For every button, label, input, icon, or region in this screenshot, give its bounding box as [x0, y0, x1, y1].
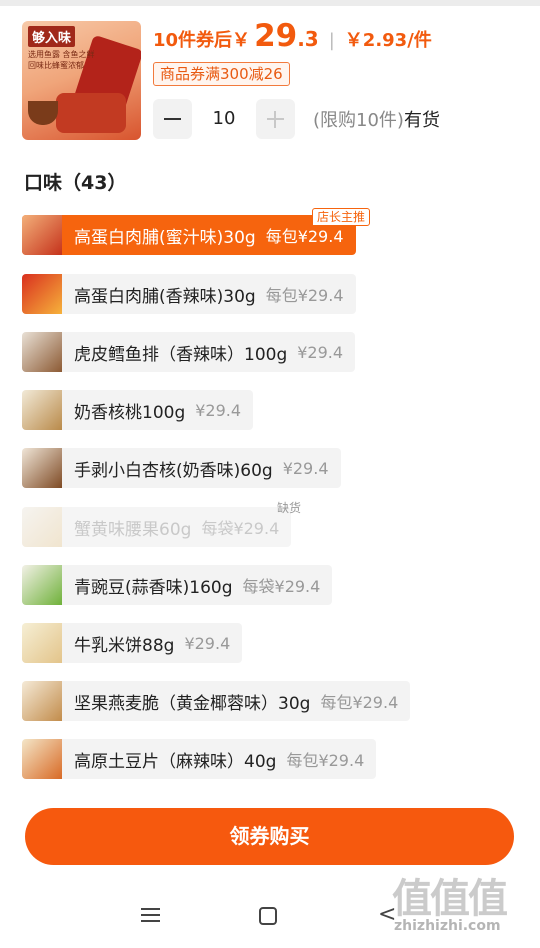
flavor-price: ¥29.4 — [184, 633, 231, 653]
jerky-stack-illustration — [56, 93, 126, 133]
purchase-limit: (限购10件) — [313, 110, 404, 131]
quantity-value[interactable]: 10 — [196, 99, 252, 139]
flavor-section-title: 口味（43） — [24, 172, 127, 194]
flavor-option-6-soldout[interactable]: 蟹黄味腰果60g 每袋¥29.4 — [22, 507, 292, 547]
price-line: 10件券后￥ 29 .3 | ￥2.93/件 — [153, 18, 432, 60]
flavor-name: 手剥小白杏核(奶香味)60g — [74, 460, 273, 481]
flavor-name: 蟹黄味腰果60g — [74, 519, 192, 540]
flavor-thumbnail — [22, 739, 62, 779]
flavor-price: 每包¥29.4 — [265, 227, 344, 246]
flavor-name: 青豌豆(蒜香味)160g — [74, 577, 233, 598]
price-integer: 29 — [254, 18, 298, 54]
flavor-option-9[interactable]: 坚果燕麦脆（黄金椰蓉味）30g 每包¥29.4 — [22, 681, 411, 721]
flavor-name: 奶香核桃100g — [74, 402, 186, 423]
price-separator: | — [328, 30, 335, 51]
home-icon[interactable] — [259, 907, 277, 925]
claim-coupon-buy-button[interactable]: 领券购买 — [25, 808, 514, 865]
product-image-subtitle: 选用鱼露 含鱼之鲜 回味比蜂蜜浓郁 — [28, 50, 95, 70]
watermark-glyphs: 值值值 — [392, 876, 508, 922]
flavor-name: 牛乳米饼88g — [74, 635, 175, 656]
quantity-decrease-button[interactable] — [153, 99, 192, 139]
flavor-name: 高蛋白肉脯(香辣味)30g — [74, 286, 256, 307]
flavor-price: ¥29.4 — [195, 400, 242, 420]
flavor-option-5[interactable]: 手剥小白杏核(奶香味)60g ¥29.4 — [22, 448, 341, 488]
flavor-option-7[interactable]: 青豌豆(蒜香味)160g 每袋¥29.4 — [22, 565, 333, 605]
flavor-price: ¥29.4 — [297, 342, 344, 362]
flavor-thumbnail — [22, 215, 62, 255]
price-decimal: .3 — [297, 27, 319, 51]
flavor-price: 每包¥29.4 — [286, 751, 365, 770]
flavor-option-3[interactable]: 虎皮鳕鱼排（香辣味）100g ¥29.4 — [22, 332, 356, 372]
flavor-name: 虎皮鳕鱼排（香辣味）100g — [74, 344, 288, 365]
quantity-limit-text: (限购10件)有货 — [313, 106, 440, 132]
flavor-price: 每袋¥29.4 — [242, 577, 321, 596]
watermark-url: zhizhizhi.com — [394, 918, 501, 934]
flavor-option-8[interactable]: 牛乳米饼88g ¥29.4 — [22, 623, 243, 663]
top-strip — [0, 0, 540, 6]
flavor-thumbnail — [22, 332, 62, 372]
stock-status: 有货 — [403, 110, 440, 131]
soldout-badge: 缺货 — [277, 501, 302, 515]
flavor-thumbnail — [22, 507, 62, 547]
flavor-name: 高蛋白肉脯(蜜汁味)30g — [74, 227, 256, 248]
flavor-price: ¥29.4 — [282, 458, 329, 478]
flavor-thumbnail — [22, 565, 62, 605]
product-image-title: 够入味 — [28, 26, 76, 47]
flavor-name: 高原土豆片（麻辣味）40g — [74, 751, 277, 772]
flavor-thumbnail — [22, 390, 62, 430]
flavor-thumbnail — [22, 448, 62, 488]
recommend-badge: 店长主推 — [312, 208, 371, 226]
product-image: 够入味 选用鱼露 含鱼之鲜 回味比蜂蜜浓郁 — [22, 21, 141, 140]
flavor-price: 每袋¥29.4 — [201, 519, 280, 538]
flavor-option-2[interactable]: 高蛋白肉脯(香辣味)30g 每包¥29.4 — [22, 274, 356, 314]
unit-price: ￥2.93/件 — [344, 30, 432, 51]
flavor-price: 每包¥29.4 — [265, 286, 344, 305]
flavor-name: 坚果燕麦脆（黄金椰蓉味）30g — [74, 693, 311, 714]
flavor-thumbnail — [22, 274, 62, 314]
flavor-thumbnail — [22, 681, 62, 721]
menu-icon[interactable] — [141, 907, 160, 923]
price-prefix: 10件券后￥ — [153, 30, 251, 51]
flavor-option-1[interactable]: 高蛋白肉脯(蜜汁味)30g 每包¥29.4 — [22, 215, 356, 255]
sauce-bowl-illustration — [28, 101, 58, 125]
flavor-option-10[interactable]: 高原土豆片（麻辣味）40g 每包¥29.4 — [22, 739, 377, 779]
quantity-increase-button[interactable] — [256, 99, 295, 139]
watermark-logo: 值值值 zhizhizhi.com — [392, 866, 532, 942]
flavor-price: 每包¥29.4 — [320, 693, 399, 712]
flavor-thumbnail — [22, 623, 62, 663]
flavor-option-4[interactable]: 奶香核桃100g ¥29.4 — [22, 390, 254, 430]
coupon-tag[interactable]: 商品券满300减26 — [153, 62, 290, 86]
